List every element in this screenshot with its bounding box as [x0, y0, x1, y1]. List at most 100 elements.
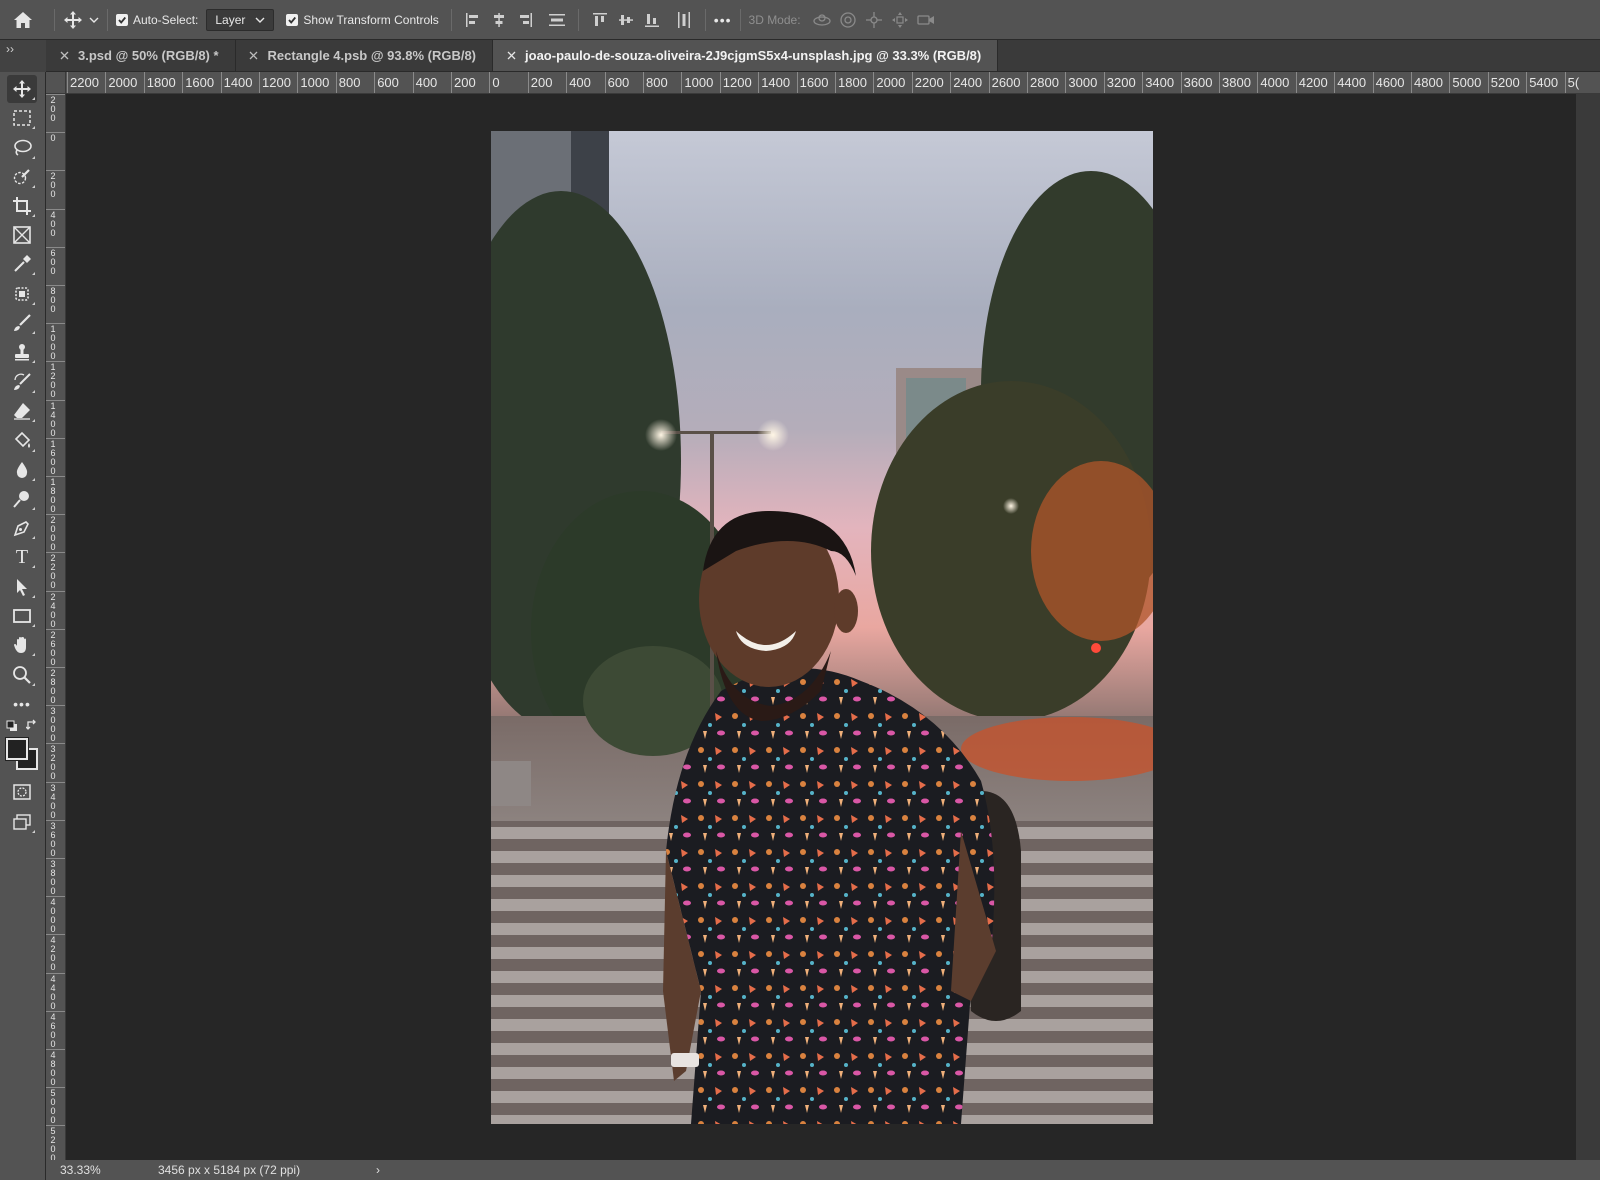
- ruler-label: 4600: [50, 1011, 56, 1049]
- frame-tool[interactable]: [7, 221, 37, 249]
- ruler-tick: [46, 132, 65, 134]
- ruler-label: 2200: [914, 75, 944, 90]
- stamp-icon: [15, 344, 29, 361]
- quick-mask-button[interactable]: [7, 778, 37, 806]
- orbit-icon: [812, 13, 831, 26]
- ruler-label: 200: [50, 95, 56, 123]
- edit-toolbar-button[interactable]: •••: [7, 690, 37, 718]
- divider: [577, 8, 579, 31]
- align-left-edges-button[interactable]: [460, 7, 486, 33]
- move-tool-preset-picker[interactable]: [63, 0, 99, 40]
- zoom-level-field[interactable]: 33.33%: [46, 1163, 126, 1177]
- 3d-orbit-button[interactable]: [809, 7, 835, 33]
- dodge-icon: [13, 491, 29, 508]
- panel-collapse-button[interactable]: ››: [0, 40, 46, 72]
- 3d-slide-button[interactable]: [887, 7, 913, 33]
- history-brush-tool[interactable]: [7, 368, 37, 396]
- auto-select-checkbox[interactable]: Auto-Select:: [116, 0, 198, 40]
- ruler-tick: [950, 72, 952, 93]
- history-brush-icon: [14, 373, 31, 390]
- default-colors-button[interactable]: [6, 720, 18, 735]
- document-tab[interactable]: 3.psd @ 50% (RGB/8) *: [46, 40, 236, 71]
- status-bar: 33.33% 3456 px x 5184 px (72 ppi) ›: [46, 1160, 1600, 1180]
- status-info-menu-button[interactable]: ›: [376, 1163, 380, 1177]
- eyedropper-tool[interactable]: [7, 250, 37, 278]
- roll-icon: [839, 11, 856, 28]
- 3d-pan-button[interactable]: [861, 7, 887, 33]
- close-icon[interactable]: [246, 48, 262, 64]
- document-image: [491, 131, 1153, 1124]
- ruler-tick: [412, 72, 414, 93]
- align-bottom-edges-button[interactable]: [639, 7, 665, 33]
- path-selection-tool[interactable]: [7, 573, 37, 601]
- ruler-tick: [1449, 72, 1451, 93]
- ruler-label: 800: [338, 75, 361, 90]
- ruler-label: 3000: [1068, 75, 1098, 90]
- eraser-tool[interactable]: [7, 397, 37, 425]
- align-right-edges-button[interactable]: [512, 7, 538, 33]
- chevron-down-icon: [255, 17, 265, 23]
- ruler-label: 1200: [262, 75, 291, 90]
- close-icon[interactable]: [56, 48, 72, 64]
- vertical-scroll-track[interactable]: [1576, 94, 1600, 1160]
- horizontal-ruler[interactable]: 2200 2000 1800 1600 1400 1200 1000 800 600 400 200…: [66, 72, 1600, 94]
- ruler-tick: [46, 94, 65, 95]
- crop-tool[interactable]: [7, 192, 37, 220]
- ruler-label: 3800: [1222, 75, 1251, 90]
- ruler-tick: [911, 72, 913, 93]
- close-icon[interactable]: [503, 48, 519, 64]
- quick-selection-tool[interactable]: [7, 163, 37, 191]
- ruler-origin[interactable]: [46, 72, 66, 94]
- 3d-scale-button[interactable]: [913, 7, 939, 33]
- hand-icon: [14, 637, 26, 653]
- paint-bucket-tool[interactable]: [7, 427, 37, 455]
- ruler-tick: [46, 323, 65, 325]
- spot-healing-brush-tool[interactable]: [7, 280, 37, 308]
- distribute-horizontally-button[interactable]: [671, 7, 697, 33]
- ruler-label: 2200: [70, 75, 99, 90]
- pan-icon: [865, 11, 882, 28]
- ruler-label: 4200: [50, 935, 56, 973]
- more-options-button[interactable]: •••: [714, 0, 732, 40]
- show-transform-controls-checkbox[interactable]: Show Transform Controls: [286, 0, 439, 40]
- document-tab-active[interactable]: joao-paulo-de-souza-oliveira-2J9cjgmS5x4…: [493, 40, 999, 71]
- ruler-label: 2000: [50, 515, 56, 553]
- foreground-color-swatch[interactable]: [6, 738, 28, 760]
- dodge-tool[interactable]: [7, 485, 37, 513]
- 3d-roll-button[interactable]: [835, 7, 861, 33]
- swap-colors-button[interactable]: [25, 718, 39, 734]
- lasso-tool[interactable]: [7, 134, 37, 162]
- vertical-ruler[interactable]: 200 0 200 400 600 800 1000 1200 1400 1600 1800 2000…: [46, 94, 66, 1160]
- rectangular-marquee-tool[interactable]: [7, 104, 37, 132]
- ruler-label: 5000: [1452, 75, 1482, 90]
- pen-tool[interactable]: [7, 514, 37, 542]
- screen-mode-button[interactable]: [7, 808, 37, 836]
- brush-tool[interactable]: [7, 309, 37, 337]
- home-button[interactable]: [0, 0, 46, 40]
- auto-select-target-dropdown[interactable]: Layer: [206, 8, 275, 31]
- type-tool[interactable]: T: [7, 543, 37, 571]
- align-top-edges-button[interactable]: [587, 7, 613, 33]
- move-tool[interactable]: [7, 75, 37, 103]
- clone-stamp-tool[interactable]: [7, 338, 37, 366]
- lasso-icon: [14, 139, 32, 156]
- ruler-label: 2200: [50, 553, 56, 591]
- ruler-label: 3000: [50, 706, 56, 744]
- divider: [107, 8, 108, 31]
- document-tab[interactable]: Rectangle 4.psb @ 93.8% (RGB/8): [236, 40, 494, 71]
- zoom-tool[interactable]: [7, 661, 37, 689]
- ruler-label: 2600: [991, 75, 1021, 90]
- rectangle-tool[interactable]: [7, 602, 37, 630]
- align-vertical-centers-button[interactable]: [613, 7, 639, 33]
- ruler-label: 1400: [50, 400, 56, 438]
- blur-tool[interactable]: [7, 456, 37, 484]
- distribute-vertically-button[interactable]: [544, 7, 570, 33]
- ruler-tick: [46, 476, 65, 477]
- hand-tool[interactable]: [7, 631, 37, 659]
- canvas-area[interactable]: [66, 94, 1576, 1160]
- ruler-label: 1800: [146, 75, 176, 90]
- align-horizontal-centers-button[interactable]: [486, 7, 512, 33]
- quick-selection-icon: [13, 169, 30, 185]
- ruler-tick: [46, 1125, 65, 1127]
- ruler-tick: [46, 705, 65, 707]
